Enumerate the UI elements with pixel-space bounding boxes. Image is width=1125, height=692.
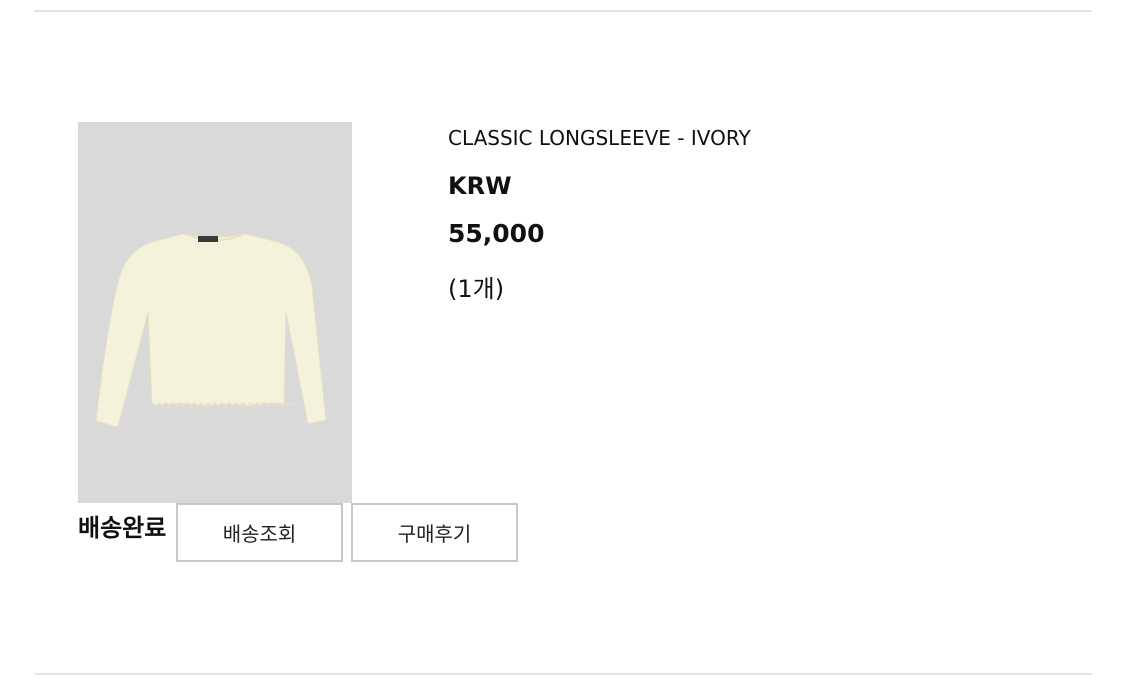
longsleeve-shirt-image xyxy=(95,233,327,428)
price-amount: 55,000 xyxy=(448,219,545,248)
top-divider xyxy=(34,10,1092,12)
track-delivery-button[interactable]: 배송조회 xyxy=(176,503,343,562)
product-name[interactable]: CLASSIC LONGSLEEVE - IVORY xyxy=(448,126,751,150)
price-currency: KRW xyxy=(448,172,512,200)
product-image[interactable] xyxy=(78,122,352,503)
order-status: 배송완료 xyxy=(78,514,167,542)
quantity-label: (1개) xyxy=(448,275,505,303)
write-review-button[interactable]: 구매후기 xyxy=(351,503,518,562)
bottom-divider xyxy=(34,673,1092,675)
